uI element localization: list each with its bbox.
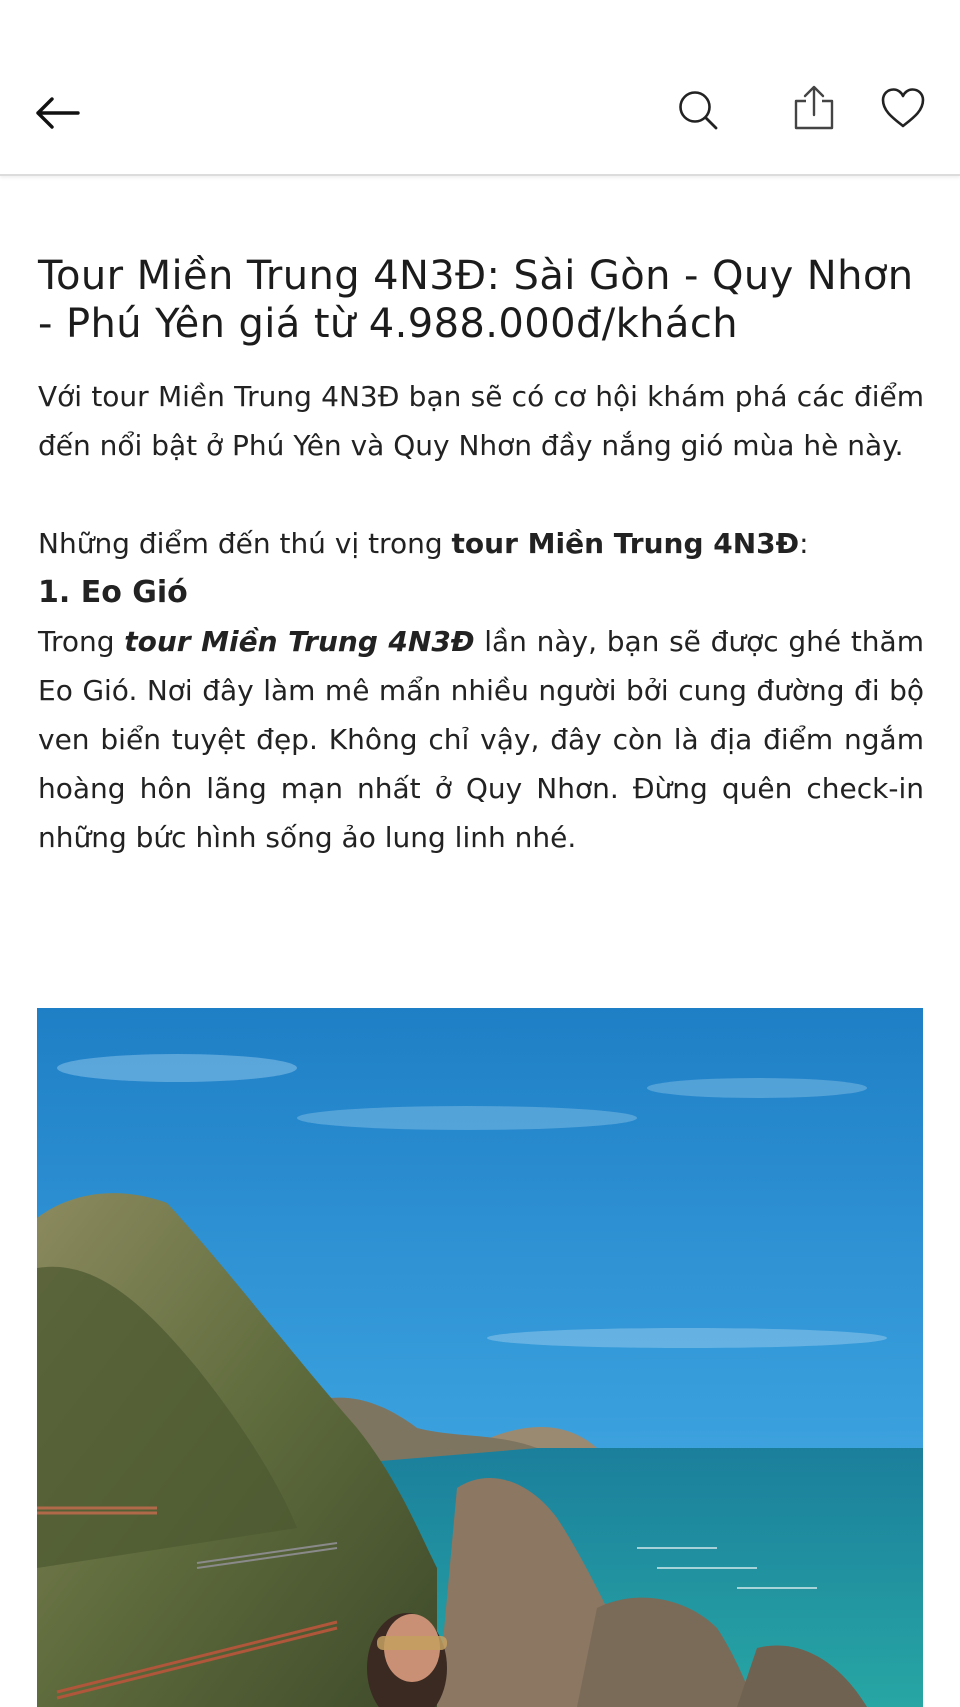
article-title: Tour Miền Trung 4N3Đ: Sài Gòn - Quy Nhơn… [38,253,914,347]
search-button[interactable] [672,84,724,136]
highlights-prefix: Những điểm đến thú vị trong [38,527,452,560]
article-content: Tour Miền Trung 4N3Đ: Sài Gòn - Quy Nhơn… [38,252,924,862]
article-photo-eo-gio[interactable] [37,1008,923,1707]
share-icon [794,85,834,130]
search-icon [679,91,718,130]
section-eo-gio-body: Trong tour Miền Trung 4N3Đ lần này, bạn … [38,617,924,862]
section-body-prefix: Trong [38,625,125,658]
section-body-emphasis: tour Miền Trung 4N3Đ [124,625,475,658]
coastal-landscape-image [37,1008,923,1707]
back-button[interactable] [30,88,84,138]
section-heading-eo-gio: 1. Eo Gió [38,575,188,610]
section-body-text: lần này, bạn sẽ được ghé thăm Eo Gió. Nơ… [38,625,924,854]
top-navigation-bar [0,0,960,176]
highlights-tour-name: tour Miền Trung 4N3Đ [451,527,800,560]
arrow-left-icon [36,97,80,129]
highlights-line: Những điểm đến thú vị trong tour Miền Tr… [38,519,924,568]
heart-icon [881,88,925,128]
favorite-button[interactable] [876,82,930,134]
share-button[interactable] [788,80,840,136]
highlights-suffix: : [799,527,809,560]
article-intro: Với tour Miền Trung 4N3Đ bạn sẽ có cơ hộ… [38,380,924,462]
